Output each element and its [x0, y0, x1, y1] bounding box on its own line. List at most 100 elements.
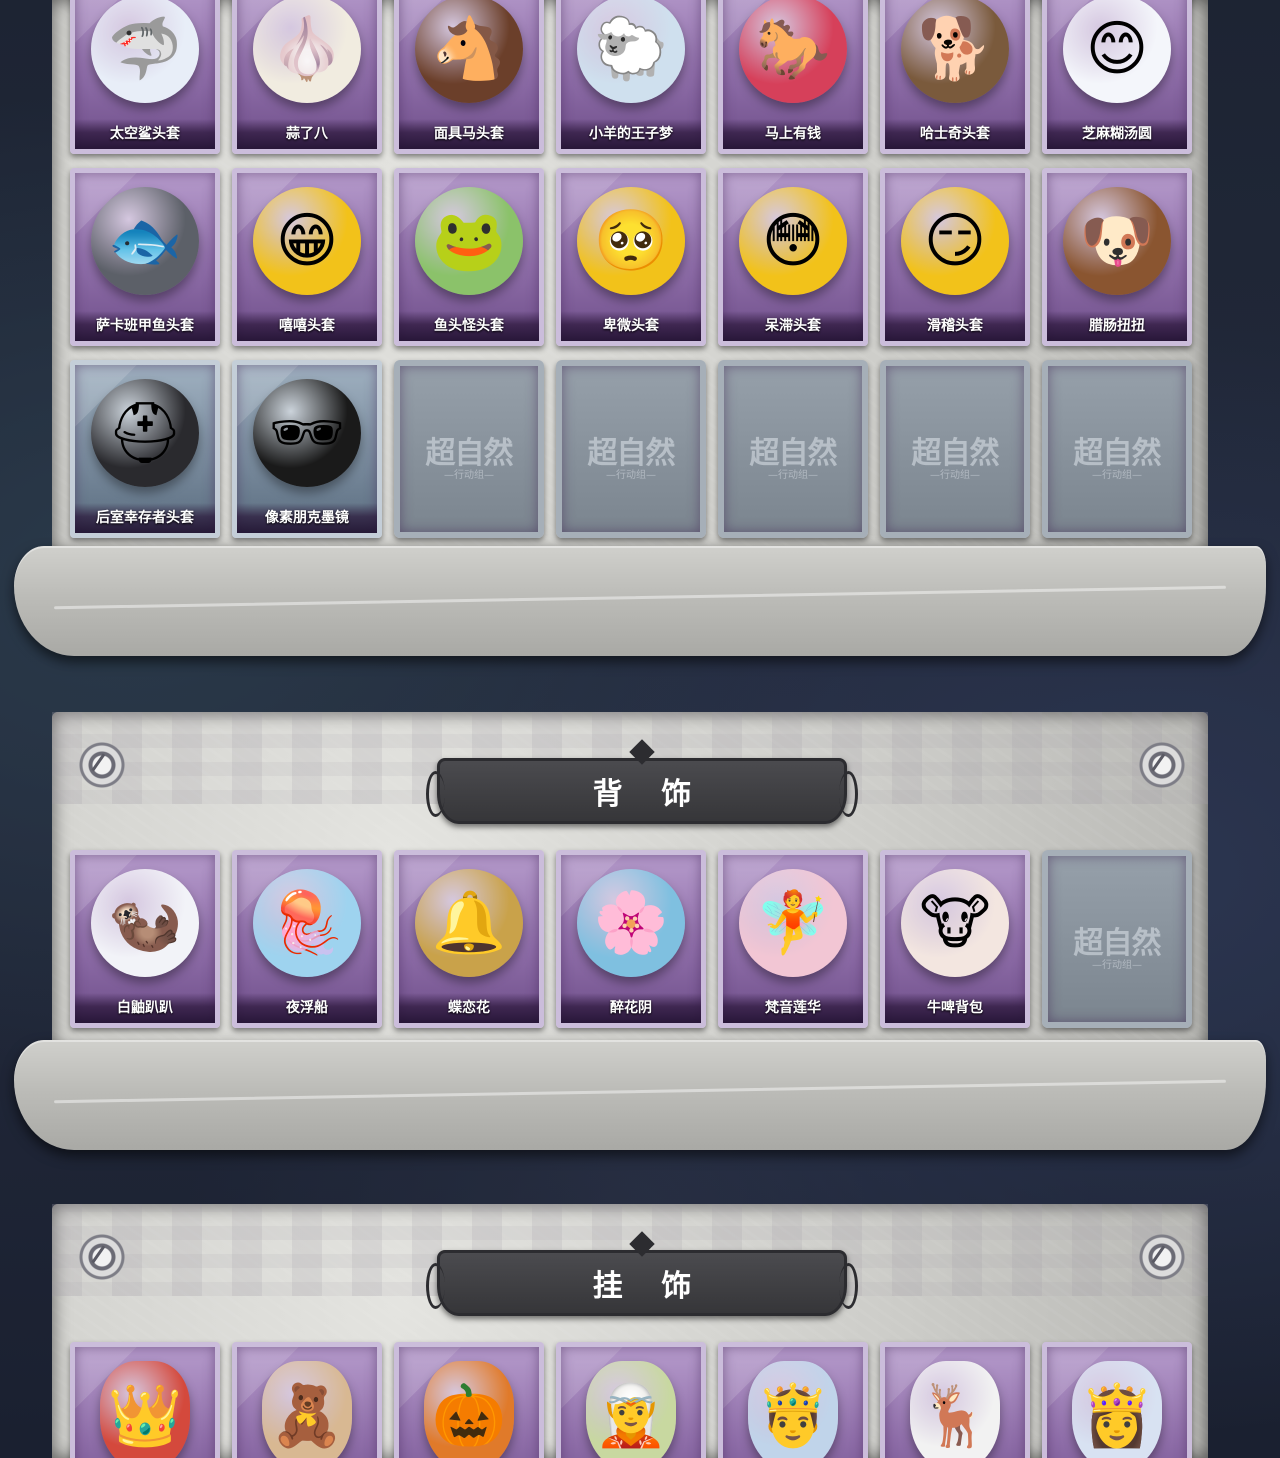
- fish-head-icon: 🐟: [91, 187, 199, 295]
- dachshund-head-icon: 🐶: [1063, 187, 1171, 295]
- humble-emoji-icon: 🥺: [577, 187, 685, 295]
- empty-slot[interactable]: 超自然 —行动组—: [556, 360, 706, 538]
- red-horse-icon: 🐎: [739, 0, 847, 103]
- item-card[interactable]: 🐶 腊肠扭扭: [1042, 168, 1192, 346]
- item-card[interactable]: 🧄 蒜了八: [232, 0, 382, 154]
- game-logo-subtitle: —行动组—: [1092, 960, 1142, 971]
- back-panel-footer: [14, 1040, 1266, 1150]
- lotus-fairy-icon: 🧚: [739, 869, 847, 977]
- item-name: 鱼头怪头套: [434, 318, 504, 334]
- item-card[interactable]: ⛑ 后室幸存者头套: [70, 360, 220, 538]
- item-name: 芝麻糊汤圆: [1082, 126, 1152, 142]
- section-title-back: 背 饰: [426, 739, 858, 824]
- opera-doll-icon: 👑: [100, 1361, 190, 1458]
- empty-slot[interactable]: 超自然 —行动组—: [1042, 850, 1192, 1028]
- compass-ornament-icon: [1130, 1225, 1194, 1289]
- item-card[interactable]: 😁 嘻嘻头套: [232, 168, 382, 346]
- shark-head-icon: 🦈: [91, 0, 199, 103]
- dumpling-head-icon: 😊: [1063, 0, 1171, 103]
- empty-slot[interactable]: 超自然 —行动组—: [394, 360, 544, 538]
- item-name: 萨卡班甲鱼头套: [96, 318, 194, 334]
- item-name: 牛啤背包: [927, 1000, 983, 1016]
- item-card[interactable]: 😊 芝麻糊汤圆: [1042, 0, 1192, 154]
- funny-emoji-icon: 😏: [901, 187, 1009, 295]
- compass-ornament-icon: [70, 1225, 134, 1289]
- sheep-crown-icon: 🐑: [577, 0, 685, 103]
- item-name: 卑微头套: [603, 318, 659, 334]
- fairy-charm-icon: 👸: [1072, 1361, 1162, 1458]
- item-card[interactable]: 🪼 夜浮船: [232, 850, 382, 1028]
- item-card[interactable]: 🐎 马上有钱: [718, 0, 868, 154]
- pumpkin-charm-icon: 🎃: [424, 1361, 514, 1458]
- bear-charm-icon: 🧸: [262, 1361, 352, 1458]
- gas-mask-icon: ⛑: [91, 379, 199, 487]
- ermine-icon: 🦦: [91, 869, 199, 977]
- game-logo-subtitle: —行动组—: [444, 470, 494, 481]
- item-name: 小羊的王子梦: [589, 126, 673, 142]
- item-card[interactable]: 🧚 梵音莲华: [718, 850, 868, 1028]
- compass-ornament-icon: [1130, 733, 1194, 797]
- item-card[interactable]: 🕶 像素朋克墨镜: [232, 360, 382, 538]
- section-title-text: 背 饰: [592, 777, 706, 812]
- item-card[interactable]: 🦌: [880, 1342, 1030, 1458]
- fishman-head-icon: 🐸: [415, 187, 523, 295]
- item-card[interactable]: 🥺 卑微头套: [556, 168, 706, 346]
- item-card[interactable]: 🧸: [232, 1342, 382, 1458]
- item-card[interactable]: 🔔 蝶恋花: [394, 850, 544, 1028]
- item-card[interactable]: 👸: [1042, 1342, 1192, 1458]
- item-card[interactable]: 🧝: [556, 1342, 706, 1458]
- item-card[interactable]: 🐕 哈士奇头套: [880, 0, 1030, 154]
- item-name: 太空鲨头套: [110, 126, 180, 142]
- compass-ornament-icon: [70, 733, 134, 797]
- item-name: 马上有钱: [765, 126, 821, 142]
- horse-head-icon: 🐴: [415, 0, 523, 103]
- item-name: 醉花阴: [610, 1000, 652, 1016]
- grin-emoji-icon: 😁: [253, 187, 361, 295]
- butterfly-bell-icon: 🔔: [415, 869, 523, 977]
- item-name: 呆滞头套: [765, 318, 821, 334]
- item-card[interactable]: 🎃: [394, 1342, 544, 1458]
- item-name: 夜浮船: [286, 1000, 328, 1016]
- item-card[interactable]: 🦈 太空鲨头套: [70, 0, 220, 154]
- headwear-panel-footer: [14, 546, 1266, 656]
- item-name: 蝶恋花: [448, 1000, 490, 1016]
- game-logo-subtitle: —行动组—: [768, 470, 818, 481]
- game-logo-subtitle: —行动组—: [930, 470, 980, 481]
- item-name: 蒜了八: [286, 126, 328, 142]
- item-card[interactable]: 🐟 萨卡班甲鱼头套: [70, 168, 220, 346]
- section-title-text: 挂 饰: [592, 1269, 706, 1304]
- item-name: 面具马头套: [434, 126, 504, 142]
- item-card[interactable]: 🐸 鱼头怪头套: [394, 168, 544, 346]
- item-card[interactable]: 🐑 小羊的王子梦: [556, 0, 706, 154]
- item-card[interactable]: 😳 呆滞头套: [718, 168, 868, 346]
- cow-beer-icon: 🐮: [901, 869, 1009, 977]
- item-card[interactable]: 🌸 醉花阴: [556, 850, 706, 1028]
- item-name: 嘻嘻头套: [279, 318, 335, 334]
- stunned-emoji-icon: 😳: [739, 187, 847, 295]
- item-name: 梵音莲华: [765, 1000, 821, 1016]
- item-card[interactable]: 😏 滑稽头套: [880, 168, 1030, 346]
- item-card[interactable]: 🤴: [718, 1342, 868, 1458]
- item-card[interactable]: 👑: [70, 1342, 220, 1458]
- flower-wreath-icon: 🌸: [577, 869, 685, 977]
- item-card[interactable]: 🦦 白鼬趴趴: [70, 850, 220, 1028]
- section-title-pendant: 挂 饰: [426, 1231, 858, 1316]
- jellyfish-icon: 🪼: [253, 869, 361, 977]
- item-name: 哈士奇头套: [920, 126, 990, 142]
- empty-slot[interactable]: 超自然 —行动组—: [1042, 360, 1192, 538]
- item-card[interactable]: 🐴 面具马头套: [394, 0, 544, 154]
- item-name: 像素朋克墨镜: [265, 510, 349, 526]
- garlic-head-icon: 🧄: [253, 0, 361, 103]
- elf-charm-icon: 🧝: [586, 1361, 676, 1458]
- husky-head-icon: 🐕: [901, 0, 1009, 103]
- empty-slot[interactable]: 超自然 —行动组—: [718, 360, 868, 538]
- game-logo-subtitle: —行动组—: [1092, 470, 1142, 481]
- game-logo-subtitle: —行动组—: [606, 470, 656, 481]
- item-name: 滑稽头套: [927, 318, 983, 334]
- item-name: 腊肠扭扭: [1089, 318, 1145, 334]
- deer-charm-icon: 🦌: [910, 1361, 1000, 1458]
- item-name: 白鼬趴趴: [117, 1000, 173, 1016]
- item-card[interactable]: 🐮 牛啤背包: [880, 850, 1030, 1028]
- item-name: 后室幸存者头套: [96, 510, 194, 526]
- empty-slot[interactable]: 超自然 —行动组—: [880, 360, 1030, 538]
